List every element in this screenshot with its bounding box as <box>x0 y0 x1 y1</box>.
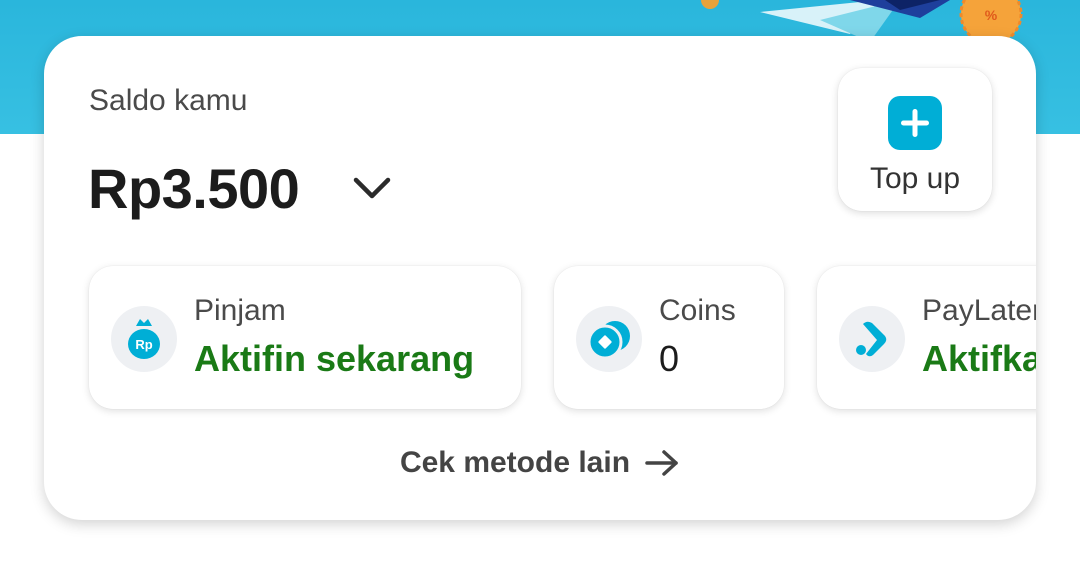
method-status: Aktifkan <box>922 338 1036 379</box>
method-card-paylater[interactable]: PayLater Aktifkan <box>817 266 1036 409</box>
balance-label: Saldo kamu <box>89 84 248 117</box>
svg-text:Rp: Rp <box>135 337 152 352</box>
money-bag-rp-icon: Rp <box>111 306 177 372</box>
balance-card: Saldo kamu Rp3.500 Top up Rp Pinjam Akti… <box>44 36 1036 520</box>
method-status: Aktifin sekarang <box>194 338 475 379</box>
topup-button[interactable]: Top up <box>838 68 992 211</box>
balance-amount[interactable]: Rp3.500 <box>88 156 300 221</box>
method-title: PayLater <box>922 294 1036 327</box>
see-other-methods-link[interactable]: Cek metode lain <box>44 446 1036 480</box>
chevron-down-icon[interactable] <box>350 172 394 204</box>
plus-icon <box>888 96 942 150</box>
method-card-pinjam[interactable]: Rp Pinjam Aktifin sekarang <box>89 266 521 409</box>
method-card-coins[interactable]: Coins 0 <box>554 266 784 409</box>
arrow-right-icon <box>645 450 678 476</box>
coins-icon <box>576 306 642 372</box>
see-other-methods-label: Cek metode lain <box>399 446 631 479</box>
method-title: Pinjam <box>194 294 286 327</box>
svg-text:%: % <box>985 7 998 23</box>
paylater-icon <box>839 306 905 372</box>
method-value: 0 <box>659 338 680 379</box>
method-title: Coins <box>659 294 736 327</box>
topup-label: Top up <box>869 162 961 195</box>
